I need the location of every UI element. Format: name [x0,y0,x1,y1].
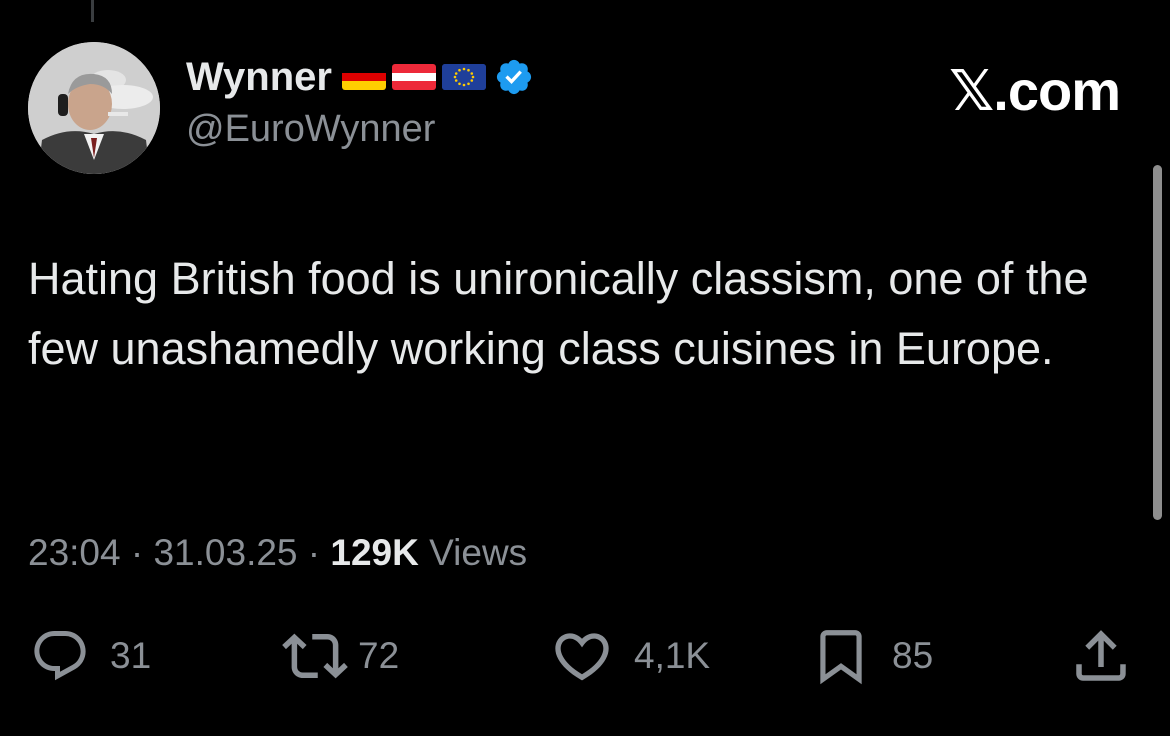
reply-count: 31 [110,635,152,676]
tweet-meta: 23:04 · 31.03.25 · 129K Views [28,532,527,574]
views-count: 129K [330,532,419,573]
author-display-name[interactable]: Wynner [186,55,332,100]
meta-separator: · [297,532,331,573]
author-flags [341,64,486,90]
repost-button[interactable]: 72 [282,620,399,692]
germany-flag-icon [341,64,386,90]
meta-separator: · [120,532,154,573]
tweet-time[interactable]: 23:04 [28,532,121,573]
eu-flag-icon [441,64,486,90]
share-icon [1068,623,1134,689]
repost-icon [282,623,348,689]
like-count: 4,1K [634,635,711,676]
reply-button[interactable]: 31 [30,620,151,692]
reply-icon [30,626,90,686]
author-handle[interactable]: @EuroWynner [186,108,435,151]
bookmark-count: 85 [892,635,934,676]
bookmark-button[interactable]: 85 [810,620,933,692]
share-button[interactable] [1068,620,1134,692]
avatar-image [28,42,160,174]
repost-count: 72 [358,635,400,676]
profile-avatar[interactable] [28,42,160,174]
austria-flag-icon [391,64,436,90]
x-brand-logo: 𝕏.com [949,59,1121,122]
author-name-row: Wynner [186,52,534,102]
heart-icon [550,624,614,688]
bookmark-icon [810,625,872,687]
scrollbar[interactable] [1153,165,1162,520]
thread-connector-line [91,0,94,22]
like-button[interactable]: 4,1K [550,620,710,692]
tweet-text: Hating British food is unironically clas… [28,253,1089,374]
views-label: Views [418,532,528,573]
verified-badge-icon[interactable] [494,57,534,97]
tweet-date[interactable]: 31.03.25 [153,532,297,573]
tweet-actions-bar: 31 72 4,1K 85 [0,620,1170,692]
